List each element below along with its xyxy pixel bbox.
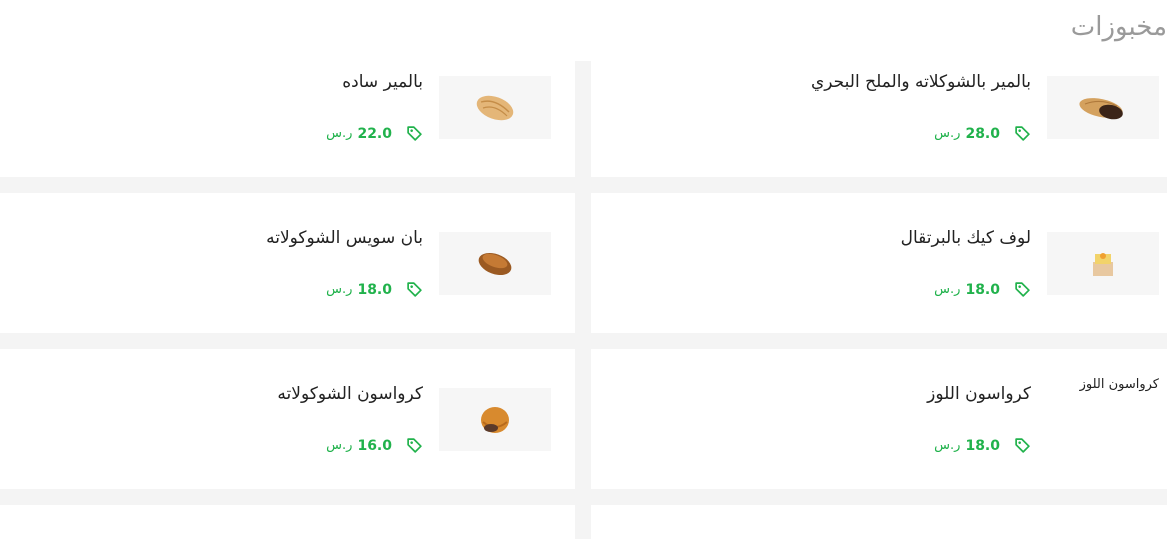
palmier-chocolate-icon (1079, 97, 1123, 119)
product-name: بالمير ساده (342, 72, 423, 92)
product-price: 28.0 ر.س (934, 125, 1031, 142)
currency-label: ر.س (934, 282, 961, 297)
currency-label: ر.س (934, 126, 961, 141)
orange-loaf-cake-icon (1093, 252, 1113, 276)
product-name: كرواسون الشوكولاته (277, 384, 423, 404)
product-card[interactable]: كرواسون الشوكولاته 16.0 ر.س (0, 349, 575, 489)
product-card[interactable]: كرواسون اللوز كرواسون اللوز 18.0 ر.س (591, 349, 1167, 489)
product-name: بالمير بالشوكلاته والملح البحري (811, 72, 1031, 92)
section-header: مخبوزات (0, 0, 1167, 61)
product-image-alt-text: كرواسون اللوز (1079, 377, 1159, 392)
price-tag-icon (407, 126, 422, 141)
product-price: 18.0 ر.س (934, 281, 1031, 298)
product-card[interactable] (591, 505, 1167, 539)
price-tag-icon (1015, 126, 1030, 141)
product-name: لوف كيك بالبرتقال (900, 228, 1031, 248)
price-tag-icon (407, 438, 422, 453)
product-price: 18.0 ر.س (934, 437, 1031, 454)
product-image (439, 232, 551, 295)
price-value: 28.0 (965, 125, 1000, 142)
product-image (439, 76, 551, 139)
price-value: 16.0 (357, 437, 392, 454)
product-price: 18.0 ر.س (326, 281, 423, 298)
product-image (439, 388, 551, 451)
menu-page: مخبوزات بالمير بالشوكلاته والملح البحري … (0, 0, 1167, 539)
product-name: كرواسون اللوز (927, 384, 1031, 404)
product-price: 16.0 ر.س (326, 437, 423, 454)
product-card[interactable]: لوف كيك بالبرتقال 18.0 ر.س (591, 193, 1167, 333)
price-value: 22.0 (357, 125, 392, 142)
product-image (1047, 232, 1159, 295)
chocolate-croissant-icon (481, 406, 509, 433)
currency-label: ر.س (934, 438, 961, 453)
currency-label: ر.س (326, 438, 353, 453)
price-value: 18.0 (357, 281, 392, 298)
product-image (1047, 76, 1159, 139)
price-tag-icon (407, 282, 422, 297)
product-card[interactable]: بالمير بالشوكلاته والملح البحري 28.0 ر.س (591, 61, 1167, 177)
product-price: 22.0 ر.س (326, 125, 423, 142)
product-card[interactable]: بالمير ساده 22.0 ر.س (0, 61, 575, 177)
product-name: بان سويس الشوكولاته (266, 228, 423, 248)
currency-label: ر.س (326, 126, 353, 141)
palmier-plain-icon (476, 95, 514, 120)
product-card[interactable] (0, 505, 575, 539)
price-tag-icon (1015, 282, 1030, 297)
section-title: مخبوزات (1070, 12, 1167, 42)
price-tag-icon (1015, 438, 1030, 453)
pain-suisse-chocolate-icon (478, 252, 512, 275)
price-value: 18.0 (965, 437, 1000, 454)
product-card[interactable]: بان سويس الشوكولاته 18.0 ر.س (0, 193, 575, 333)
price-value: 18.0 (965, 281, 1000, 298)
currency-label: ر.س (326, 282, 353, 297)
